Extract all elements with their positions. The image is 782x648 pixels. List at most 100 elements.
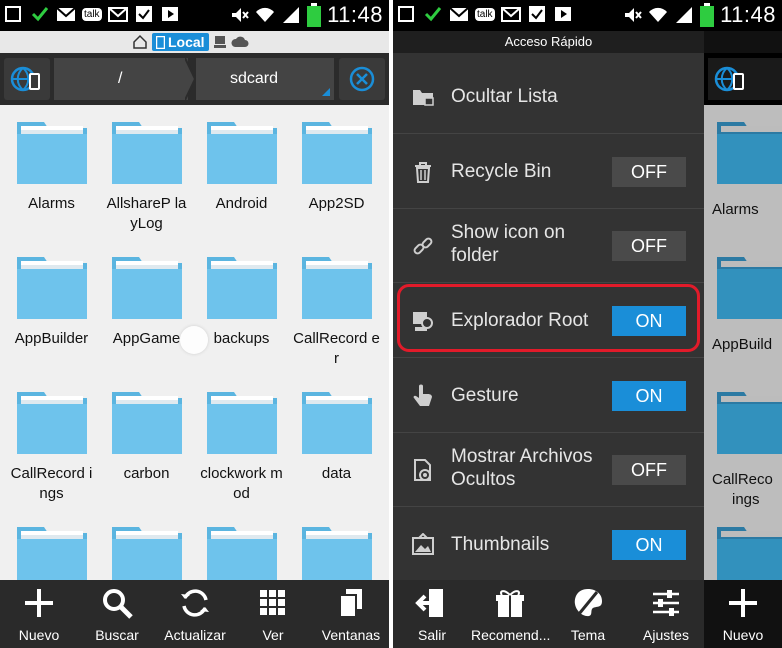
peek-toolbar: Nuevo [704,580,782,648]
link-icon [413,237,433,254]
talk-icon: talk [82,7,102,21]
peek-folder-item[interactable] [714,120,782,191]
path-current-segment[interactable]: sdcard [196,58,334,100]
gallery-notification-icon [398,6,414,22]
drawer-toolbar-button[interactable]: Tema [549,586,627,643]
loading-spinner-icon [180,326,208,354]
folder-name: CallRecord er [293,330,380,367]
path-current-label: sdcard [230,70,279,87]
dropdown-corner-icon [322,88,330,96]
folder-item[interactable]: Android [194,120,289,214]
peek-folder-name: ings [732,491,760,508]
signal-icon [283,7,300,23]
drawer-toolbar-button[interactable]: Recomend... [471,586,551,643]
toolbar-label: Ajustes [643,627,689,643]
drawer-toolbar-button[interactable]: Salir [393,586,471,643]
palette-icon [574,589,602,617]
trash-icon [415,161,431,183]
quick-access-item[interactable]: Show icon on folder OFF [393,208,704,283]
folder-item[interactable]: data [289,390,384,484]
folder-item[interactable]: backups [194,255,289,349]
quick-access-item[interactable]: Thumbnails ON [393,507,704,582]
cloud-icon[interactable] [231,36,249,48]
windows-icon [339,589,362,618]
folder-icon [301,392,372,454]
mute-icon [232,8,249,22]
hand-icon [413,384,432,406]
folder-item[interactable]: CallRecord er [289,255,384,369]
peek-network-button[interactable] [708,58,782,100]
toolbar-buscar-button[interactable]: Buscar [78,586,156,643]
status-bar: talk 11:48 [0,0,389,31]
toolbar-label: Recomend... [471,627,551,643]
folder-item[interactable]: AllshareP layLog [99,120,194,234]
check-notification-icon [424,7,442,22]
peek-folder-name: AppBuild [712,336,773,353]
drawer-toolbar-button[interactable]: Ajustes [627,586,705,643]
folder-name: App2SD [308,195,365,212]
quick-access-label: Recycle Bin [451,161,552,182]
peek-folder-name: Alarms [712,201,759,218]
quick-access-pane: talk 11:48 Acceso Rápido Ocultar Lista Re… [393,0,782,648]
folder-name: CallRecord ings [10,465,93,502]
folder-icon [111,392,182,454]
gmail-icon [449,7,469,21]
close-circle-icon [349,66,375,92]
quick-access-item[interactable]: Ocultar Lista [393,59,704,134]
sliders-icon [653,590,679,616]
peek-new-button[interactable]: Nuevo [704,586,782,643]
quick-access-label: Gesture [451,385,519,406]
folder-item[interactable]: App2SD [289,120,384,214]
folder-item[interactable]: AppBuilder [4,255,99,349]
folder-item[interactable]: CallRecord ings [4,390,99,504]
peek-file-browser: Alarms AppBuild CallReco ings [704,31,782,580]
exit-icon [415,589,443,617]
toggle-switch[interactable]: OFF [612,156,686,187]
toggle-switch[interactable]: OFF [612,454,686,485]
toolbar-ver-button[interactable]: Ver [234,586,312,643]
folder-icon [717,527,782,580]
talk-icon: talk [475,7,495,21]
close-path-button[interactable] [339,58,385,100]
computer-icon[interactable] [213,35,227,49]
quick-access-item[interactable]: Recycle Bin OFF [393,134,704,209]
toolbar-actualizar-button[interactable]: Actualizar [156,586,234,643]
email-icon [500,7,521,22]
folder-item[interactable]: carbon [99,390,194,484]
gift-icon [496,590,524,617]
peek-folder-item[interactable] [714,525,782,580]
folder-icon [111,257,182,319]
folder-icon [717,122,782,184]
peek-folder-item[interactable] [714,390,782,461]
peek-folder-name: CallReco [712,471,773,488]
task-check-icon [528,6,545,22]
quick-access-label: Show icon on folder [451,222,566,266]
quick-access-item[interactable]: Gesture ON [393,358,704,433]
toggle-switch[interactable]: ON [612,529,686,560]
toolbar-ventanas-button[interactable]: Ventanas [312,586,389,643]
plus-icon [25,589,53,617]
toolbar-nuevo-button[interactable]: Nuevo [0,586,78,643]
grid-icon [260,590,285,615]
email-icon [107,7,128,22]
gmail-icon [56,7,76,21]
path-root-segment[interactable]: / [54,58,188,100]
toggle-switch[interactable]: ON [612,380,686,411]
folder-item[interactable]: clockwork mod [194,390,289,504]
folder-name: backups [213,330,270,347]
status-bar-right: talk 11:48 [393,0,782,31]
location-bar: Local [0,31,389,53]
quick-access-item[interactable]: Mostrar Archivos Ocultos OFF [393,432,704,507]
folder-icon [16,122,87,184]
toggle-switch[interactable]: OFF [612,230,686,261]
play-store-icon [161,7,178,21]
quick-access-label: Mostrar Archivos Ocultos [451,446,593,490]
network-button[interactable] [4,58,50,100]
peek-folder-item[interactable] [714,255,782,326]
folder-icon [717,257,782,319]
local-location-tab[interactable]: Local [152,33,209,51]
folder-item[interactable]: Alarms [4,120,99,214]
folder-icon [301,257,372,319]
home-icon[interactable] [132,34,148,50]
phone-icon [156,35,165,49]
